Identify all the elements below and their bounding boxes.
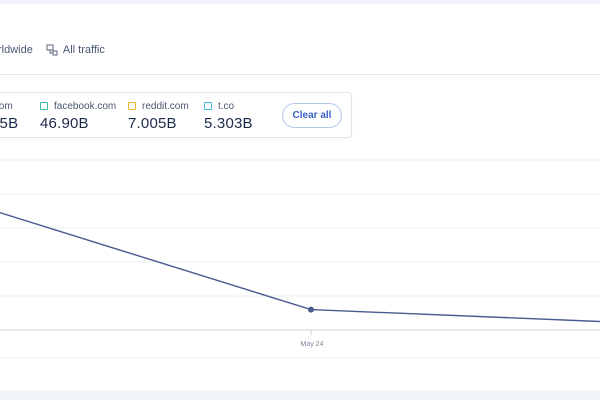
x-tick-label: May 24 xyxy=(300,341,324,348)
legend-value: 95B xyxy=(0,115,19,132)
legend-item[interactable]: facebook.com 46.90B xyxy=(40,100,116,132)
line-chart xyxy=(0,159,600,359)
legend-item[interactable]: .com 95B xyxy=(0,100,19,133)
checkbox-icon xyxy=(40,102,48,110)
checkbox-icon xyxy=(204,102,212,110)
legend-value: 7.005B xyxy=(128,115,177,132)
page-background xyxy=(0,390,600,400)
data-point xyxy=(308,306,314,313)
legend-item[interactable]: reddit.com 7.005B xyxy=(128,100,189,132)
legend-label: t.co xyxy=(218,100,235,112)
clear-all-button[interactable]: Clear all xyxy=(282,103,342,128)
legend-label: facebook.com xyxy=(54,100,117,112)
legend-label: reddit.com xyxy=(142,100,189,112)
checkbox-icon xyxy=(128,102,136,110)
legend-value: 5.303B xyxy=(204,115,253,132)
legend-label: .com xyxy=(0,100,13,112)
legend-panel: .com 95B facebook.com 46.90B reddit.com … xyxy=(0,92,352,138)
series-line xyxy=(0,212,600,323)
legend-value: 46.90B xyxy=(40,115,89,132)
legend-item[interactable]: t.co 5.303B xyxy=(204,100,253,132)
